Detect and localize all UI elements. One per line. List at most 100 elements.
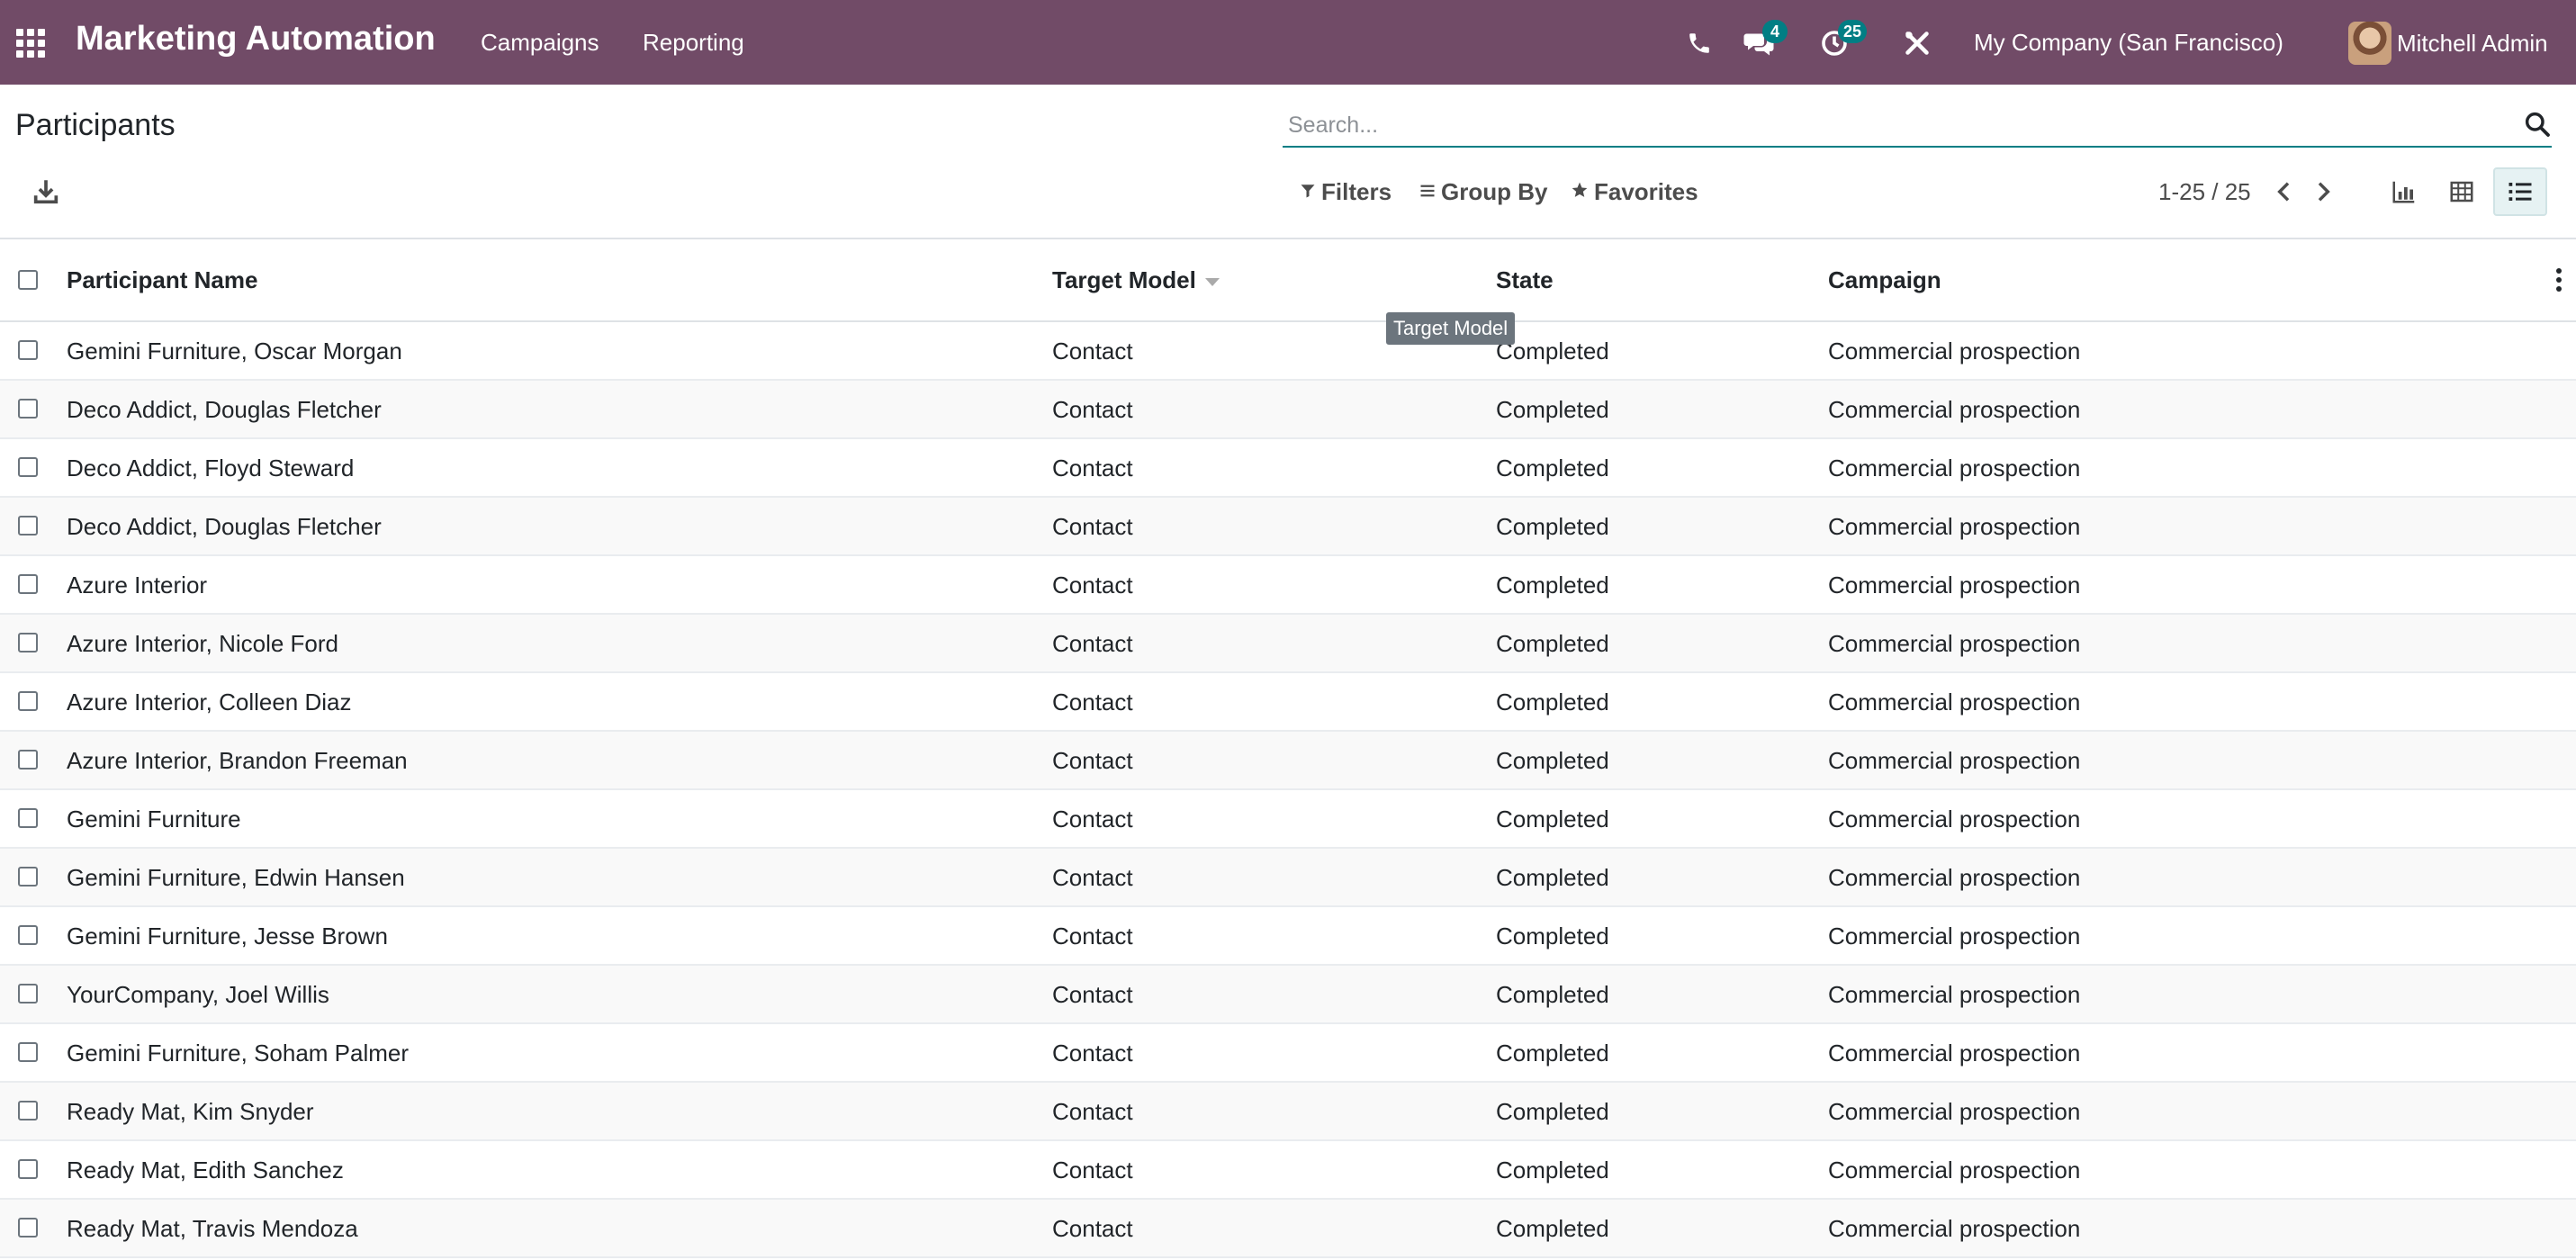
cell-state: Completed [1496,747,1609,774]
cell-target-model: Contact [1052,688,1133,716]
table-row[interactable]: Azure Interior, Colleen Diaz Contact Compl… [0,673,2576,732]
group-by-button[interactable]: Group By [1419,178,1547,206]
app-title[interactable]: Marketing Automation [76,20,436,58]
select-all-checkbox[interactable] [18,270,38,290]
list-view-icon[interactable] [2493,167,2547,216]
filters-label: Filters [1321,178,1392,205]
cell-target-model: Contact [1052,1156,1133,1184]
user-name: Mitchell Admin [2397,29,2548,57]
table-row[interactable]: Ready Mat, Travis Mendoza Contact Complete… [0,1200,2576,1258]
cell-state: Completed [1496,1098,1609,1125]
optional-columns-kebab-icon[interactable] [2554,266,2563,293]
row-checkbox[interactable] [18,516,38,536]
table-row[interactable]: Azure Interior, Brandon Freeman Contact Co… [0,732,2576,790]
row-checkbox[interactable] [18,1218,38,1238]
table-row[interactable]: Gemini Furniture Contact Completed Commerci… [0,790,2576,849]
table-row[interactable]: Gemini Furniture, Jesse Brown Contact Comp… [0,907,2576,966]
cell-participant-name: Gemini Furniture [67,806,241,832]
debug-tools-icon[interactable] [1901,27,1933,59]
row-checkbox[interactable] [18,691,38,711]
column-header-state[interactable]: State [1496,266,1554,294]
table-row[interactable]: Deco Addict, Douglas Fletcher Contact Comp… [0,498,2576,556]
cell-campaign: Commercial prospection [1828,1098,2081,1125]
activities-clock-icon[interactable]: 25 [1818,20,1868,59]
table-row[interactable]: Ready Mat, Edith Sanchez Contact Completed… [0,1141,2576,1200]
cell-target-model: Contact [1052,864,1133,891]
menu-campaigns[interactable]: Campaigns [481,29,599,57]
table-row[interactable]: Gemini Furniture, Oscar Morgan Contact Com… [0,322,2576,381]
cell-campaign: Commercial prospection [1828,1215,2081,1242]
row-checkbox[interactable] [18,750,38,770]
cell-state: Completed [1496,396,1609,423]
cell-participant-name: Gemini Furniture, Soham Palmer [67,1040,410,1066]
row-checkbox[interactable] [18,925,38,945]
column-tooltip: Target Model [1386,312,1516,345]
table-row[interactable]: Ready Mat, Kim Snyder Contact Completed Com… [0,1083,2576,1141]
cell-target-model: Contact [1052,396,1133,423]
row-checkbox[interactable] [18,984,38,1004]
cell-target-model: Contact [1052,747,1133,774]
row-checkbox[interactable] [18,1159,38,1179]
table-row[interactable]: Gemini Furniture, Edwin Hansen Contact Com… [0,849,2576,907]
menu-reporting[interactable]: Reporting [643,29,744,57]
column-header-target-model[interactable]: Target Model [1052,266,1220,294]
favorites-button[interactable]: Favorites [1571,178,1698,206]
search-bar [1283,104,2552,148]
favorites-star-icon [1571,181,1589,204]
graph-view-icon[interactable] [2377,167,2431,216]
cell-campaign: Commercial prospection [1828,454,2081,482]
cell-participant-name: Deco Addict, Douglas Fletcher [67,513,382,540]
company-switcher[interactable]: My Company (San Francisco) [1974,29,2283,57]
row-checkbox[interactable] [18,457,38,477]
top-navbar: Marketing Automation Campaigns Reporting… [0,0,2576,85]
row-checkbox[interactable] [18,867,38,886]
cell-campaign: Commercial prospection [1828,747,2081,774]
cell-target-model: Contact [1052,513,1133,540]
cell-campaign: Commercial prospection [1828,981,2081,1008]
cell-campaign: Commercial prospection [1828,1156,2081,1184]
cell-campaign: Commercial prospection [1828,396,2081,423]
cell-state: Completed [1496,981,1609,1008]
table-header-row: Participant Name Target Model State Camp… [0,239,2576,322]
column-header-participant-name[interactable]: Participant Name [67,266,257,294]
messages-badge: 4 [1762,20,1788,43]
activities-badge: 25 [1838,20,1868,43]
column-header-campaign[interactable]: Campaign [1828,266,1941,294]
table-row[interactable]: Deco Addict, Douglas Fletcher Contact Comp… [0,381,2576,439]
search-icon[interactable] [2523,110,2552,139]
user-avatar [2348,22,2391,65]
row-checkbox[interactable] [18,340,38,360]
user-menu[interactable]: Mitchell Admin [2348,18,2548,68]
cell-campaign: Commercial prospection [1828,688,2081,716]
filters-button[interactable]: Filters [1300,178,1392,206]
pager-next-icon[interactable] [2309,176,2337,207]
phone-icon[interactable] [1683,27,1716,59]
messages-icon[interactable]: 4 [1743,20,1788,59]
table-row[interactable]: Azure Interior, Nicole Ford Contact Comple… [0,615,2576,673]
cell-participant-name: Deco Addict, Floyd Steward [67,454,355,482]
pivot-view-icon[interactable] [2435,167,2489,216]
row-checkbox[interactable] [18,574,38,594]
export-download-icon[interactable] [31,176,61,207]
cell-campaign: Commercial prospection [1828,513,2081,540]
favorites-label: Favorites [1594,178,1698,205]
cell-target-model: Contact [1052,630,1133,657]
search-input[interactable] [1286,104,2496,146]
row-checkbox[interactable] [18,633,38,652]
row-checkbox[interactable] [18,399,38,418]
table-row[interactable]: Deco Addict, Floyd Steward Contact Complet… [0,439,2576,498]
row-checkbox[interactable] [18,1101,38,1120]
cell-participant-name: Ready Mat, Edith Sanchez [67,1156,344,1184]
row-checkbox[interactable] [18,808,38,828]
row-checkbox[interactable] [18,1042,38,1062]
cell-target-model: Contact [1052,572,1133,598]
pager-value[interactable]: 1-25 / 25 [2158,178,2251,206]
cell-target-model: Contact [1052,922,1133,950]
table-row[interactable]: Gemini Furniture, Soham Palmer Contact Com… [0,1024,2576,1083]
table-row[interactable]: Azure Interior Contact Completed Commercial… [0,556,2576,615]
table-row[interactable]: YourCompany, Joel Willis Contact Completed… [0,966,2576,1024]
app-menu-grid-icon[interactable] [13,25,49,61]
cell-participant-name: Ready Mat, Kim Snyder [67,1098,314,1125]
cell-campaign: Commercial prospection [1828,572,2081,598]
pager-previous-icon[interactable] [2270,176,2299,207]
